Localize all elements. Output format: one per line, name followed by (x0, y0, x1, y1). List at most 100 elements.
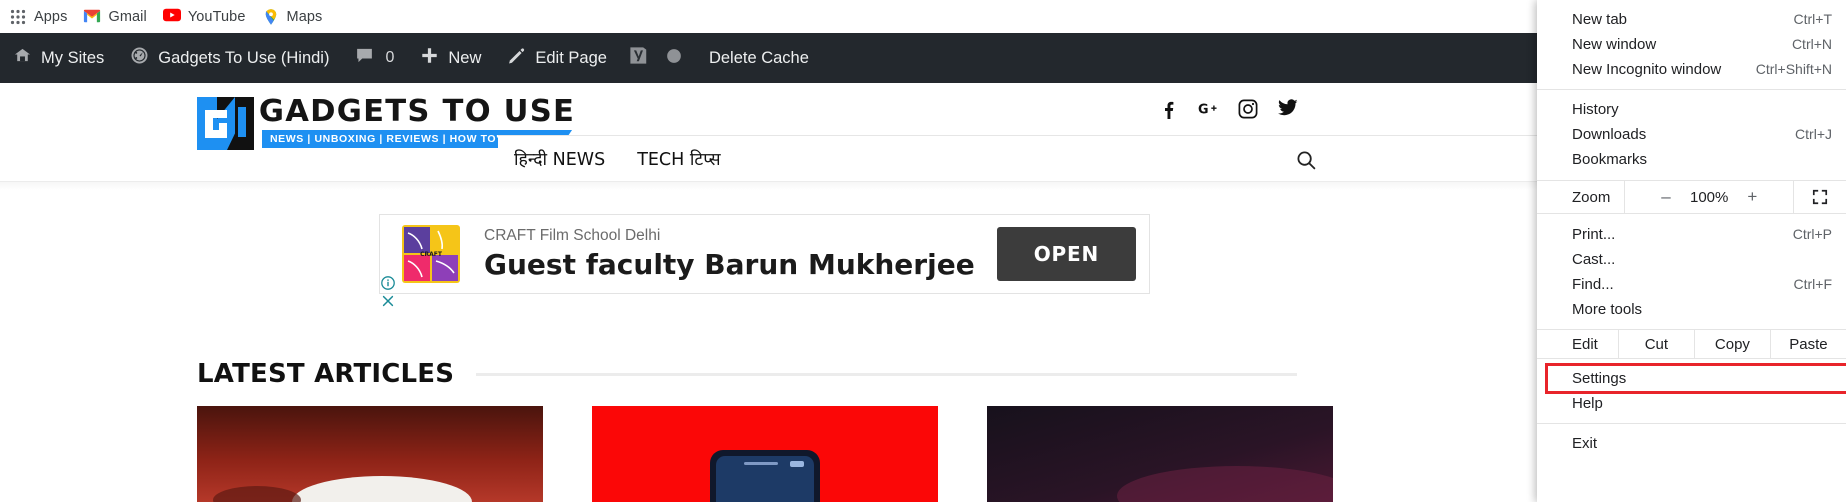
comment-count: 0 (385, 49, 395, 66)
ad-advertiser: CRAFT Film School Delhi (484, 227, 661, 244)
gadgets-to-use-logo-mark (197, 97, 254, 150)
article-thumbnail (592, 406, 938, 502)
adminbar-seo-status[interactable] (657, 33, 691, 83)
bookmark-gmail[interactable]: Gmail (76, 4, 155, 30)
facebook-icon[interactable] (1158, 99, 1178, 119)
menu-item-label: Settings (1572, 370, 1627, 387)
article-card-3[interactable] (987, 406, 1333, 502)
adminbar-label: Gadgets To Use (Hindi) (158, 48, 330, 67)
ad-headline: Guest faculty Barun Mukherjee (484, 248, 975, 281)
adminbar-edit-page[interactable]: Edit Page (494, 33, 620, 83)
nav-item-tech-tips[interactable]: TECH टिप्स (621, 147, 736, 171)
menu-item-new-tab[interactable]: New tab Ctrl+T (1537, 7, 1846, 32)
logo-wordmark: GADGETS TO USE (258, 94, 576, 129)
menu-item-accel: Ctrl+F (1793, 276, 1833, 292)
edit-label: Edit (1572, 336, 1598, 353)
adminbar-site-name[interactable]: Gadgets To Use (Hindi) (117, 33, 342, 83)
google-maps-icon (262, 8, 280, 26)
apps-grid-icon (9, 8, 27, 26)
copy-button[interactable]: Copy (1693, 330, 1770, 358)
adminbar-delete-cache[interactable]: Delete Cache (691, 33, 822, 83)
bookmark-apps[interactable]: Apps (2, 4, 76, 30)
article-card-1[interactable] (197, 406, 543, 502)
menu-item-bookmarks[interactable]: Bookmarks (1537, 147, 1846, 172)
menu-item-new-incognito-window[interactable]: New Incognito window Ctrl+Shift+N (1537, 57, 1846, 82)
browser-window: Apps Gmail YouTube Maps My Sites Gadgets… (0, 0, 1846, 502)
cut-button[interactable]: Cut (1617, 330, 1694, 358)
adminbar-my-sites[interactable]: My Sites (0, 33, 117, 83)
wordpress-home-icon (13, 47, 32, 69)
menu-item-label: Exit (1572, 435, 1598, 452)
menu-item-label: Print... (1572, 226, 1616, 243)
seo-status-dot-icon (665, 47, 683, 70)
menu-item-label: New window (1572, 36, 1657, 53)
adminbar-label: New (448, 48, 482, 67)
comment-bubble-icon (355, 47, 374, 69)
zoom-in-button[interactable]: + (1744, 187, 1760, 207)
menu-item-exit[interactable]: Exit (1537, 431, 1846, 456)
ad-open-button[interactable]: OPEN (996, 227, 1136, 281)
bookmark-label: YouTube (187, 8, 246, 25)
menu-item-label: New Incognito window (1572, 61, 1722, 78)
menu-item-more-tools[interactable]: More tools (1537, 297, 1846, 322)
youtube-icon (162, 8, 181, 26)
menu-item-history[interactable]: History (1537, 97, 1846, 122)
nav-item-hindi-news[interactable]: हिन्दी NEWS (498, 147, 621, 171)
adminbar-new[interactable]: New (407, 33, 494, 83)
paste-button[interactable]: Paste (1769, 330, 1846, 358)
ad-close-icon[interactable] (381, 294, 395, 308)
google-plus-icon[interactable]: G (1198, 99, 1218, 119)
menu-item-settings[interactable]: Settings (1537, 366, 1846, 391)
section-divider (476, 372, 1297, 376)
zoom-controls: – 100% + (1624, 181, 1794, 213)
ad-banner[interactable]: CRAFT CRAFT Film School Delhi Guest facu… (379, 214, 1150, 294)
menu-item-label: Cast... (1572, 251, 1616, 268)
instagram-icon[interactable] (1238, 99, 1258, 119)
pencil-icon (507, 46, 526, 70)
menu-item-accel: Ctrl+P (1792, 226, 1832, 242)
svg-text:CRAFT: CRAFT (420, 251, 443, 258)
menu-item-help[interactable]: Help (1537, 391, 1846, 416)
adminbar-yoast[interactable] (620, 33, 657, 83)
section-title: LATEST ARTICLES (197, 359, 455, 389)
chrome-main-menu: New tab Ctrl+T New window Ctrl+N New Inc… (1537, 0, 1846, 502)
zoom-level: 100% (1689, 188, 1729, 206)
menu-item-accel: Ctrl+J (1795, 126, 1832, 142)
menu-gap (1537, 214, 1846, 222)
menu-item-label: New tab (1572, 11, 1628, 28)
article-card-2[interactable] (592, 406, 938, 502)
menu-edit-row: Edit Cut Copy Paste (1537, 329, 1846, 359)
twitter-icon[interactable] (1278, 99, 1298, 119)
zoom-out-button[interactable]: – (1658, 187, 1674, 207)
bookmark-label: Apps (34, 8, 68, 25)
menu-item-cast[interactable]: Cast... (1537, 247, 1846, 272)
bookmark-youtube[interactable]: YouTube (156, 4, 255, 30)
menu-item-label: More tools (1572, 301, 1643, 318)
bookmark-label: Gmail (108, 8, 147, 25)
adminbar-label: My Sites (41, 48, 105, 67)
menu-gap (1537, 359, 1846, 366)
fullscreen-icon[interactable] (1794, 181, 1846, 213)
menu-item-downloads[interactable]: Downloads Ctrl+J (1537, 122, 1846, 147)
menu-item-label: History (1572, 101, 1619, 118)
gmail-icon (83, 8, 101, 26)
menu-gap (1537, 322, 1846, 329)
search-icon[interactable] (1296, 150, 1316, 170)
menu-item-label: Bookmarks (1572, 151, 1648, 168)
latest-articles-header: LATEST ARTICLES (197, 359, 1297, 389)
yoast-seo-icon (628, 45, 649, 71)
menu-separator (1537, 89, 1846, 90)
zoom-label: Zoom (1572, 189, 1611, 206)
article-card-list (197, 406, 1333, 502)
menu-item-find[interactable]: Find... Ctrl+F (1537, 272, 1846, 297)
menu-item-accel: Ctrl+T (1793, 11, 1833, 27)
menu-item-new-window[interactable]: New window Ctrl+N (1537, 32, 1846, 57)
article-thumbnail (987, 406, 1333, 502)
menu-item-label: Find... (1572, 276, 1614, 293)
ad-info-icon[interactable] (381, 276, 395, 290)
ad-thumbnail: CRAFT (402, 225, 460, 283)
menu-item-print[interactable]: Print... Ctrl+P (1537, 222, 1846, 247)
menu-item-label: Downloads (1572, 126, 1647, 143)
adminbar-comments[interactable]: 0 (342, 33, 407, 83)
bookmark-maps[interactable]: Maps (255, 4, 332, 30)
